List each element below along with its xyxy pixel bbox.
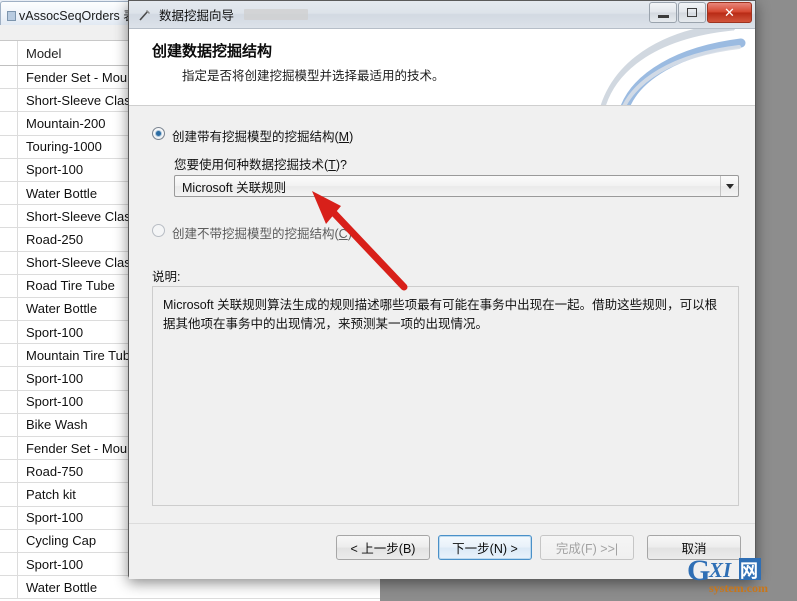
site-watermark: G XI 网 system.com xyxy=(687,554,768,595)
svg-text:G: G xyxy=(687,554,710,587)
grid-cell-model[interactable]: Sport-100 xyxy=(18,162,83,177)
grid-cell-model[interactable]: Road-750 xyxy=(18,464,83,479)
grid-cell-model[interactable]: Patch kit xyxy=(18,487,76,502)
grid-row-gutter[interactable] xyxy=(0,112,18,135)
grid-row-gutter[interactable] xyxy=(0,344,18,367)
table-icon xyxy=(7,11,16,21)
grid-cell-model[interactable]: Water Bottle xyxy=(18,301,97,316)
mining-technique-selected-value: Microsoft 关联规则 xyxy=(182,180,287,195)
wizard-wand-icon xyxy=(137,7,153,23)
mining-technique-dropdown[interactable]: Microsoft 关联规则 xyxy=(174,175,739,197)
minimize-button[interactable] xyxy=(649,2,677,23)
page-subtitle: 指定是否将创建挖掘模型并选择最适用的技术。 xyxy=(182,69,445,83)
grid-cell-model[interactable]: Sport-100 xyxy=(18,371,83,386)
grid-cell-model[interactable]: Short-Sleeve Class xyxy=(18,255,137,270)
grid-cell-model[interactable]: Short-Sleeve Class xyxy=(18,93,137,108)
grid-row-gutter[interactable] xyxy=(0,228,18,251)
grid-row-gutter[interactable] xyxy=(0,66,18,89)
grid-cell-model[interactable]: Sport-100 xyxy=(18,325,83,340)
grid-cell-model[interactable]: Sport-100 xyxy=(18,510,83,525)
close-button[interactable]: ✕ xyxy=(707,2,752,23)
table-row[interactable]: Water Bottle xyxy=(0,576,380,600)
document-tab-vassocseqorders[interactable]: vAssocSeqOrders 表 xyxy=(0,1,145,25)
maximize-button[interactable] xyxy=(678,2,706,23)
grid-row-gutter[interactable] xyxy=(0,205,18,228)
title-blurred-suffix xyxy=(244,9,309,20)
dropdown-arrow-button[interactable] xyxy=(720,176,738,196)
description-text: Microsoft 关联规则算法生成的规则描述哪些项最有可能在事务中出现在一起。… xyxy=(163,298,718,332)
grid-row-gutter xyxy=(0,41,18,65)
grid-cell-model[interactable]: Road-250 xyxy=(18,232,83,247)
grid-row-gutter[interactable] xyxy=(0,483,18,506)
grid-row-gutter[interactable] xyxy=(0,576,18,599)
back-button[interactable]: < 上一步(B) xyxy=(336,535,430,560)
close-icon: ✕ xyxy=(724,4,735,20)
grid-cell-model[interactable]: Road Tire Tube xyxy=(18,278,115,293)
screen-root: vAssocSeqOrders 表 Model Fender Set - Mou… xyxy=(0,0,797,601)
grid-row-gutter[interactable] xyxy=(0,181,18,205)
grid-cell-model[interactable]: Sport-100 xyxy=(18,394,83,409)
page-title: 创建数据挖掘结构 xyxy=(152,43,273,60)
grid-cell-model[interactable]: Bike Wash xyxy=(18,417,88,432)
dialog-body: 创建带有挖掘模型的挖掘结构(M) 您要使用何种数据挖掘技术(T)? Micros… xyxy=(129,106,755,523)
grid-row-gutter[interactable] xyxy=(0,506,18,529)
chevron-down-icon xyxy=(725,183,734,189)
grid-row-gutter[interactable] xyxy=(0,158,18,181)
grid-row-gutter[interactable] xyxy=(0,460,18,483)
finish-button: 完成(F) >>| xyxy=(540,535,634,560)
header-swoosh-graphic xyxy=(600,29,746,105)
dialog-title-bar[interactable]: 数据挖掘向导 ✕ xyxy=(129,1,755,29)
document-tab-label: vAssocSeqOrders 表 xyxy=(19,9,136,23)
grid-column-header-model[interactable]: Model xyxy=(18,46,61,61)
dialog-header-band: 创建数据挖掘结构 指定是否将创建挖掘模型并选择最适用的技术。 xyxy=(129,29,755,106)
grid-cell-model[interactable]: Touring-1000 xyxy=(18,139,102,154)
grid-cell-model[interactable]: Water Bottle xyxy=(18,580,97,595)
radio-indicator-with-model[interactable] xyxy=(152,127,165,140)
dialog-footer: < 上一步(B) 下一步(N) > 完成(F) >>| 取消 xyxy=(129,523,755,579)
grid-cell-model[interactable]: Mountain-200 xyxy=(18,116,106,131)
grid-row-gutter[interactable] xyxy=(0,251,18,274)
next-button[interactable]: 下一步(N) > xyxy=(438,535,532,560)
description-label: 说明: xyxy=(152,270,181,284)
grid-row-gutter[interactable] xyxy=(0,552,18,576)
radio-label-with-model: 创建带有挖掘模型的挖掘结构(M) xyxy=(172,130,354,144)
grid-row-gutter[interactable] xyxy=(0,89,18,112)
grid-row-gutter[interactable] xyxy=(0,367,18,390)
svg-text:XI: XI xyxy=(708,558,732,582)
grid-row-gutter[interactable] xyxy=(0,321,18,344)
technique-question-label: 您要使用何种数据挖掘技术(T)? xyxy=(174,158,347,172)
minimize-icon xyxy=(657,14,669,18)
grid-row-gutter[interactable] xyxy=(0,437,18,460)
grid-cell-model[interactable]: Cycling Cap xyxy=(18,533,96,548)
grid-row-gutter[interactable] xyxy=(0,413,18,436)
description-textbox: Microsoft 关联规则算法生成的规则描述哪些项最有可能在事务中出现在一起。… xyxy=(152,286,739,506)
grid-cell-model[interactable]: Fender Set - Mou xyxy=(18,441,127,456)
grid-row-gutter[interactable] xyxy=(0,529,18,552)
radio-option-without-mining-model[interactable]: 创建不带挖掘模型的挖掘结构(C) xyxy=(152,223,352,242)
grid-row-gutter[interactable] xyxy=(0,135,18,158)
grid-row-gutter[interactable] xyxy=(0,297,18,321)
grid-cell-model[interactable]: Water Bottle xyxy=(18,186,97,201)
wizard-content-panel: 创建带有挖掘模型的挖掘结构(M) 您要使用何种数据挖掘技术(T)? Micros… xyxy=(147,106,739,506)
svg-text:system.com: system.com xyxy=(709,581,768,595)
grid-cell-model[interactable]: Short-Sleeve Class xyxy=(18,209,137,224)
dialog-title: 数据挖掘向导 xyxy=(159,9,235,23)
maximize-icon xyxy=(687,8,697,17)
radio-option-with-mining-model[interactable]: 创建带有挖掘模型的挖掘结构(M) xyxy=(152,126,353,145)
radio-label-without-model: 创建不带挖掘模型的挖掘结构(C) xyxy=(172,227,352,241)
grid-row-gutter[interactable] xyxy=(0,274,18,297)
grid-cell-model[interactable]: Mountain Tire Tub xyxy=(18,348,130,363)
grid-cell-model[interactable]: Fender Set - Mou xyxy=(18,70,127,85)
radio-indicator-without-model[interactable] xyxy=(152,224,165,237)
grid-row-gutter[interactable] xyxy=(0,390,18,413)
grid-cell-model[interactable]: Sport-100 xyxy=(18,557,83,572)
data-mining-wizard-dialog: 数据挖掘向导 ✕ 创建数据挖掘结构 指定是否将创建挖掘模型并选择最适用的技术。 xyxy=(128,0,756,579)
svg-text:网: 网 xyxy=(740,561,758,581)
caption-buttons: ✕ xyxy=(648,2,752,23)
